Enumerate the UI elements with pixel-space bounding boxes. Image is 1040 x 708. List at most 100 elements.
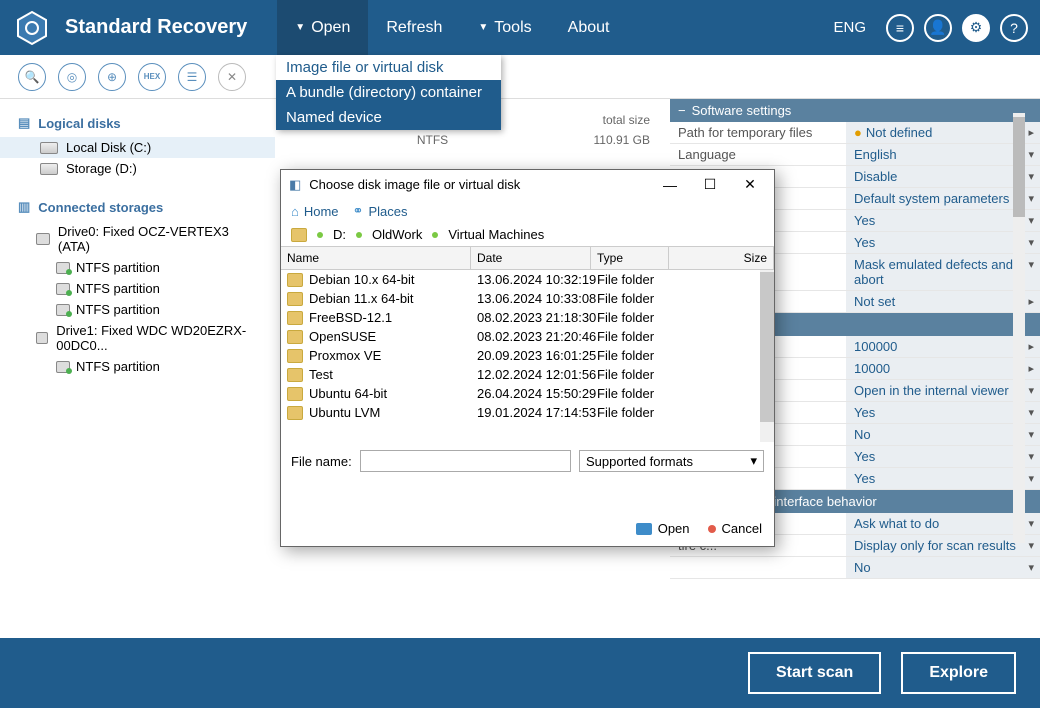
disk-storage-d[interactable]: Storage (D:) bbox=[0, 158, 275, 179]
settings-value[interactable]: Disable▾ bbox=[846, 166, 1040, 187]
file-row[interactable]: FreeBSD-12.108.02.2023 21:18:30File fold… bbox=[281, 308, 774, 327]
drive0[interactable]: Drive0: Fixed OCZ-VERTEX3 (ATA) bbox=[0, 221, 275, 257]
dialog-cancel-button[interactable]: Cancel bbox=[708, 521, 762, 536]
settings-value[interactable]: Yes▾ bbox=[846, 402, 1040, 423]
dialog-open-button[interactable]: Open bbox=[636, 521, 690, 536]
hex-button[interactable]: HEX bbox=[138, 63, 166, 91]
file-date: 13.06.2024 10:32:19 bbox=[477, 272, 597, 287]
folder-icon bbox=[287, 349, 303, 363]
open-dd-bundle[interactable]: A bundle (directory) container bbox=[276, 80, 501, 105]
start-scan-button[interactable]: Start scan bbox=[748, 652, 881, 694]
format-label: Supported formats bbox=[586, 454, 693, 469]
settings-value[interactable]: Yes▾ bbox=[846, 232, 1040, 253]
file-row[interactable]: Debian 11.x 64-bit13.06.2024 10:33:08Fil… bbox=[281, 289, 774, 308]
file-type: File folder bbox=[597, 291, 675, 306]
settings-value[interactable]: English▾ bbox=[846, 144, 1040, 165]
settings-value[interactable]: 10000▸ bbox=[846, 358, 1040, 379]
hdr-label: Software settings bbox=[692, 103, 792, 118]
file-row[interactable]: Ubuntu 64-bit26.04.2024 15:50:29File fol… bbox=[281, 384, 774, 403]
col-type[interactable]: Type bbox=[591, 247, 669, 269]
menu-open[interactable]: ▼Open bbox=[277, 0, 368, 55]
topbar-right: ENG ≡ 👤 ⚙ ? bbox=[833, 14, 1040, 42]
settings-value[interactable]: Not set▸ bbox=[846, 291, 1040, 312]
file-row[interactable]: Ubuntu LVM19.01.2024 17:14:53File folder bbox=[281, 403, 774, 422]
lang-selector[interactable]: ENG bbox=[833, 19, 866, 36]
drive-label: Drive1: Fixed WDC WD20EZRX-00DC0... bbox=[56, 323, 263, 353]
target-icon[interactable]: ◎ bbox=[58, 63, 86, 91]
connected-header: ▥ Connected storages bbox=[0, 193, 275, 221]
close-icon[interactable]: ✕ bbox=[218, 63, 246, 91]
partition-icon bbox=[56, 283, 70, 295]
dialog-buttons: Open Cancel bbox=[636, 521, 762, 536]
drive1[interactable]: Drive1: Fixed WDC WD20EZRX-00DC0... bbox=[0, 320, 275, 356]
file-list: Debian 10.x 64-bit13.06.2024 10:32:19Fil… bbox=[281, 270, 774, 442]
open-dd-named[interactable]: Named device bbox=[276, 105, 501, 130]
settings-value[interactable]: Yes▾ bbox=[846, 210, 1040, 231]
settings-value[interactable]: ●Not defined▸ bbox=[846, 122, 1040, 143]
file-scrollbar[interactable] bbox=[760, 270, 774, 442]
part-label: NTFS partition bbox=[76, 359, 160, 374]
drive0-part3[interactable]: NTFS partition bbox=[0, 299, 275, 320]
explore-button[interactable]: Explore bbox=[901, 652, 1016, 694]
settings-value[interactable]: Default system parameters▾ bbox=[846, 188, 1040, 209]
settings-value[interactable]: Display only for scan results▾ bbox=[846, 535, 1040, 556]
menu-tools[interactable]: ▼Tools bbox=[460, 0, 549, 55]
settings-value[interactable]: Yes▾ bbox=[846, 446, 1040, 467]
scan-icon[interactable]: ⊕ bbox=[98, 63, 126, 91]
filename-row: File name: Supported formats▾ bbox=[281, 442, 774, 480]
col-name[interactable]: Name bbox=[281, 247, 471, 269]
help-icon[interactable]: ? bbox=[1000, 14, 1028, 42]
settings-value[interactable]: No▾ bbox=[846, 557, 1040, 578]
file-row[interactable]: OpenSUSE08.02.2023 21:20:46File folder bbox=[281, 327, 774, 346]
file-row[interactable]: Proxmox VE20.09.2023 16:01:25File folder bbox=[281, 346, 774, 365]
settings-value[interactable]: 100000▸ bbox=[846, 336, 1040, 357]
file-name: Debian 11.x 64-bit bbox=[309, 291, 477, 306]
menu-about[interactable]: About bbox=[550, 0, 628, 55]
settings-value[interactable]: Yes▾ bbox=[846, 468, 1040, 489]
crumb-old[interactable]: OldWork bbox=[372, 227, 422, 242]
maximize-button[interactable]: ☐ bbox=[694, 176, 726, 193]
settings-value[interactable]: Open in the internal viewer▾ bbox=[846, 380, 1040, 401]
settings-soft-header[interactable]: −Software settings bbox=[670, 99, 1040, 122]
settings-row[interactable]: Path for temporary files●Not defined▸ bbox=[670, 122, 1040, 144]
disk-local-c[interactable]: Local Disk (C:) bbox=[0, 137, 275, 158]
menu-open-label: Open bbox=[311, 19, 350, 37]
settings-scrollbar[interactable] bbox=[1013, 113, 1025, 543]
list-icon[interactable]: ≡ bbox=[886, 14, 914, 42]
list-icon[interactable]: ☰ bbox=[178, 63, 206, 91]
file-name: OpenSUSE bbox=[309, 329, 477, 344]
format-select[interactable]: Supported formats▾ bbox=[579, 450, 764, 472]
settings-row[interactable]: No▾ bbox=[670, 557, 1040, 579]
crumb-vm[interactable]: Virtual Machines bbox=[448, 227, 544, 242]
gear-icon[interactable]: ⚙ bbox=[962, 14, 990, 42]
zoom-icon[interactable]: 🔍 bbox=[18, 63, 46, 91]
col-size[interactable]: Size bbox=[669, 247, 774, 269]
open-dd-image[interactable]: Image file or virtual disk bbox=[276, 55, 501, 80]
scroll-thumb[interactable] bbox=[760, 272, 774, 422]
file-name: Proxmox VE bbox=[309, 348, 477, 363]
close-button[interactable]: ✕ bbox=[734, 176, 766, 193]
chevron-icon: ▾ bbox=[1028, 236, 1034, 249]
crumb-d[interactable]: D: bbox=[333, 227, 346, 242]
drive0-part2[interactable]: NTFS partition bbox=[0, 278, 275, 299]
file-row[interactable]: Test12.02.2024 12:01:56File folder bbox=[281, 365, 774, 384]
settings-row[interactable]: LanguageEnglish▾ bbox=[670, 144, 1040, 166]
scroll-thumb[interactable] bbox=[1013, 117, 1025, 217]
menu-refresh[interactable]: Refresh bbox=[368, 0, 460, 55]
folder-icon bbox=[287, 387, 303, 401]
settings-value[interactable]: Mask emulated defects and abort▾ bbox=[846, 254, 1040, 290]
file-row[interactable]: Debian 10.x 64-bit13.06.2024 10:32:19Fil… bbox=[281, 270, 774, 289]
nav-home[interactable]: ⌂Home bbox=[291, 204, 339, 219]
file-dialog: ◧ Choose disk image file or virtual disk… bbox=[280, 169, 775, 547]
drive1-part1[interactable]: NTFS partition bbox=[0, 356, 275, 377]
filename-input[interactable] bbox=[360, 450, 571, 472]
settings-value[interactable]: Ask what to do▾ bbox=[846, 513, 1040, 534]
col-date[interactable]: Date bbox=[471, 247, 591, 269]
drive0-part1[interactable]: NTFS partition bbox=[0, 257, 275, 278]
settings-value[interactable]: No▾ bbox=[846, 424, 1040, 445]
btn-label: Cancel bbox=[722, 521, 762, 536]
file-type: File folder bbox=[597, 329, 675, 344]
nav-places[interactable]: ⚭Places bbox=[353, 203, 408, 219]
minimize-button[interactable]: — bbox=[654, 177, 686, 193]
user-icon[interactable]: 👤 bbox=[924, 14, 952, 42]
